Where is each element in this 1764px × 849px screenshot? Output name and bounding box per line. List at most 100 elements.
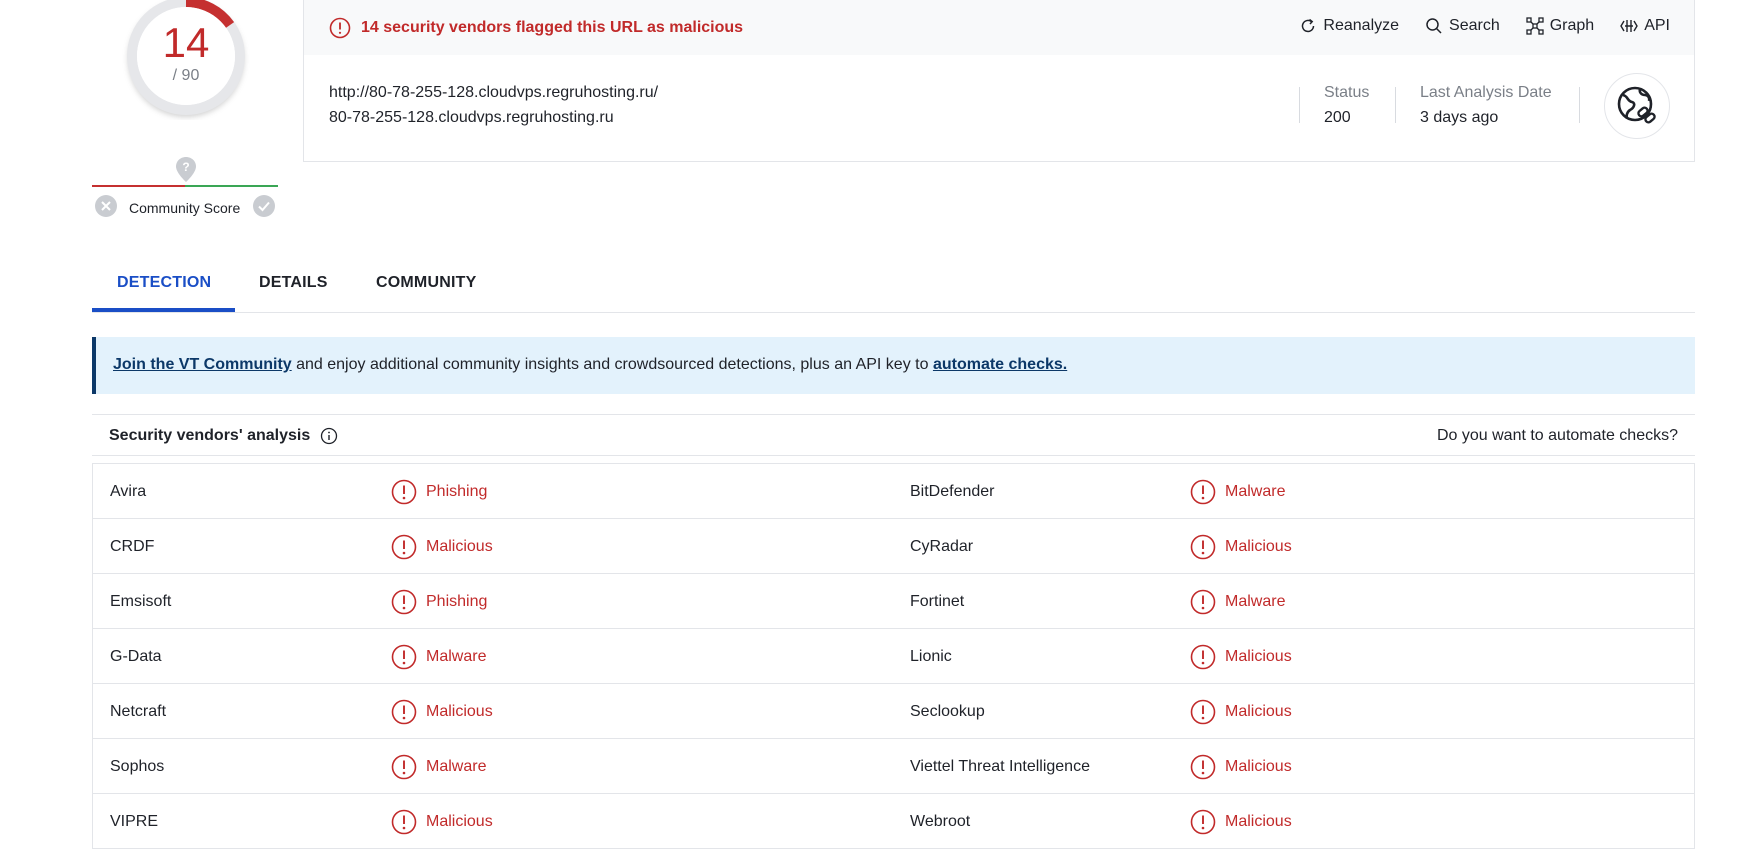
status-value: 200 (1324, 109, 1351, 126)
vendor-result: Phishing (391, 589, 487, 615)
vendor-result: Malicious (391, 809, 493, 835)
info-icon[interactable] (320, 427, 338, 445)
vendors-table: Avira Phishing BitDefender Malware CRDF … (92, 463, 1695, 849)
banner-text: Join the VT Community and enjoy addition… (113, 356, 1067, 374)
vendors-analysis-header: Security vendors' analysis Do you want t… (92, 414, 1695, 456)
vendor-result: Malicious (1190, 699, 1292, 725)
banner-middle-text: and enjoy additional community insights … (291, 356, 933, 373)
table-row: Netcraft Malicious Seclookup Malicious (93, 684, 1694, 739)
scanned-host[interactable]: 80-78-255-128.cloudvps.regruhosting.ru (329, 109, 614, 127)
scanned-url[interactable]: http://80-78-255-128.cloudvps.regruhosti… (329, 84, 658, 102)
last-analysis-label: Last Analysis Date (1420, 84, 1552, 101)
alert-icon (391, 534, 417, 560)
vendor-result: Malicious (391, 534, 493, 560)
alert-icon (391, 754, 417, 780)
vote-positive-check-icon[interactable] (252, 194, 276, 218)
vendor-result: Malicious (1190, 644, 1292, 670)
tab-bar: DETECTION DETAILS COMMUNITY (92, 265, 1695, 313)
vendor-name: Netcraft (110, 703, 167, 720)
url-globe-icon (1604, 73, 1670, 139)
vendor-result-label: Malicious (426, 813, 493, 830)
join-community-link[interactable]: Join the VT Community (113, 356, 292, 373)
graph-label: Graph (1549, 17, 1595, 34)
vendor-name: CyRadar (910, 538, 974, 555)
alert-icon (391, 479, 417, 505)
api-icon (1620, 20, 1639, 32)
active-tab-indicator (92, 308, 235, 312)
vendor-name: Seclookup (910, 703, 985, 720)
vendor-result-label: Phishing (426, 593, 488, 610)
alert-icon (1190, 534, 1216, 560)
vendor-result-label: Malware (426, 648, 487, 665)
vendor-name: G-Data (110, 648, 162, 665)
vendor-result-label: Malicious (426, 538, 493, 555)
tab-community[interactable]: COMMUNITY (376, 274, 476, 292)
alert-icon (391, 809, 417, 835)
vendor-result: Malware (391, 644, 486, 670)
vendor-result: Phishing (391, 479, 487, 505)
automate-checks-link[interactable]: automate checks. (933, 356, 1067, 373)
api-label: API (1644, 17, 1670, 34)
vendor-result-label: Malware (1225, 593, 1286, 610)
table-row: VIPRE Malicious Webroot Malicious (93, 794, 1694, 849)
graph-button[interactable]: Graph (1526, 17, 1594, 35)
reanalyze-label: Reanalyze (1323, 17, 1400, 34)
vendor-result: Malicious (391, 699, 493, 725)
alert-icon (391, 699, 417, 725)
vendor-result-label: Malicious (1225, 703, 1292, 720)
vendor-result: Malicious (1190, 809, 1292, 835)
community-score-bar (92, 185, 278, 187)
vendor-name: Emsisoft (110, 593, 172, 610)
vendor-result: Malware (1190, 479, 1285, 505)
detection-score-gauge: 14 / 90 (122, 0, 250, 120)
reanalyze-icon (1302, 18, 1315, 33)
vendor-name: Sophos (110, 758, 165, 775)
vendor-name: BitDefender (910, 483, 995, 500)
url-summary-card: 14 security vendors flagged this URL as … (303, 0, 1695, 162)
header-actions: Reanalyze Search Graph API (1299, 17, 1670, 35)
community-score-marker-icon: ? (175, 156, 197, 184)
alert-icon (1190, 589, 1216, 615)
table-row: Emsisoft Phishing Fortinet Malware (93, 574, 1694, 629)
vendor-result-label: Malicious (426, 703, 493, 720)
meta-separator (1395, 87, 1396, 123)
vendor-name: Viettel Threat Intelligence (910, 758, 1090, 775)
vote-harmless-negative-icon[interactable] (94, 194, 118, 218)
vendor-result: Malware (1190, 589, 1285, 615)
vendor-result-label: Malicious (1225, 758, 1292, 775)
detection-count: 14 (162, 19, 210, 66)
vendor-name: CRDF (110, 538, 155, 555)
meta-separator (1579, 87, 1580, 123)
search-button[interactable]: Search (1425, 17, 1500, 35)
vendor-result-label: Malware (426, 758, 487, 775)
detection-total: / 90 (172, 67, 200, 84)
status-label: Status (1324, 84, 1370, 101)
alert-icon (329, 17, 351, 39)
table-row: Sophos Malware Viettel Threat Intelligen… (93, 739, 1694, 794)
search-icon (1426, 18, 1442, 34)
alert-icon (1190, 699, 1216, 725)
community-banner: Join the VT Community and enjoy addition… (92, 337, 1695, 394)
reanalyze-button[interactable]: Reanalyze (1299, 17, 1399, 35)
vendor-result: Malware (391, 754, 486, 780)
vendor-name: Lionic (910, 648, 952, 665)
alert-icon (1190, 479, 1216, 505)
vendors-analysis-title: Security vendors' analysis (109, 427, 311, 444)
community-score-label: Community Score (129, 200, 241, 216)
alert-header: 14 security vendors flagged this URL as … (304, 0, 1694, 55)
alert-icon (1190, 644, 1216, 670)
tab-detection[interactable]: DETECTION (117, 274, 211, 292)
automate-checks-prompt[interactable]: Do you want to automate checks? (1437, 427, 1678, 445)
alert-icon (391, 589, 417, 615)
graph-icon (1526, 17, 1544, 35)
alert-icon (1190, 754, 1216, 780)
vendor-result-label: Malicious (1225, 813, 1292, 830)
vendor-name: Avira (110, 483, 147, 500)
api-button[interactable]: API (1620, 17, 1670, 35)
last-analysis-value: 3 days ago (1420, 109, 1499, 126)
vendor-result: Malicious (1190, 754, 1292, 780)
tab-details[interactable]: DETAILS (259, 274, 328, 292)
alert-icon (1190, 809, 1216, 835)
vendor-result-label: Malicious (1225, 648, 1292, 665)
vendor-name: Fortinet (910, 593, 965, 610)
